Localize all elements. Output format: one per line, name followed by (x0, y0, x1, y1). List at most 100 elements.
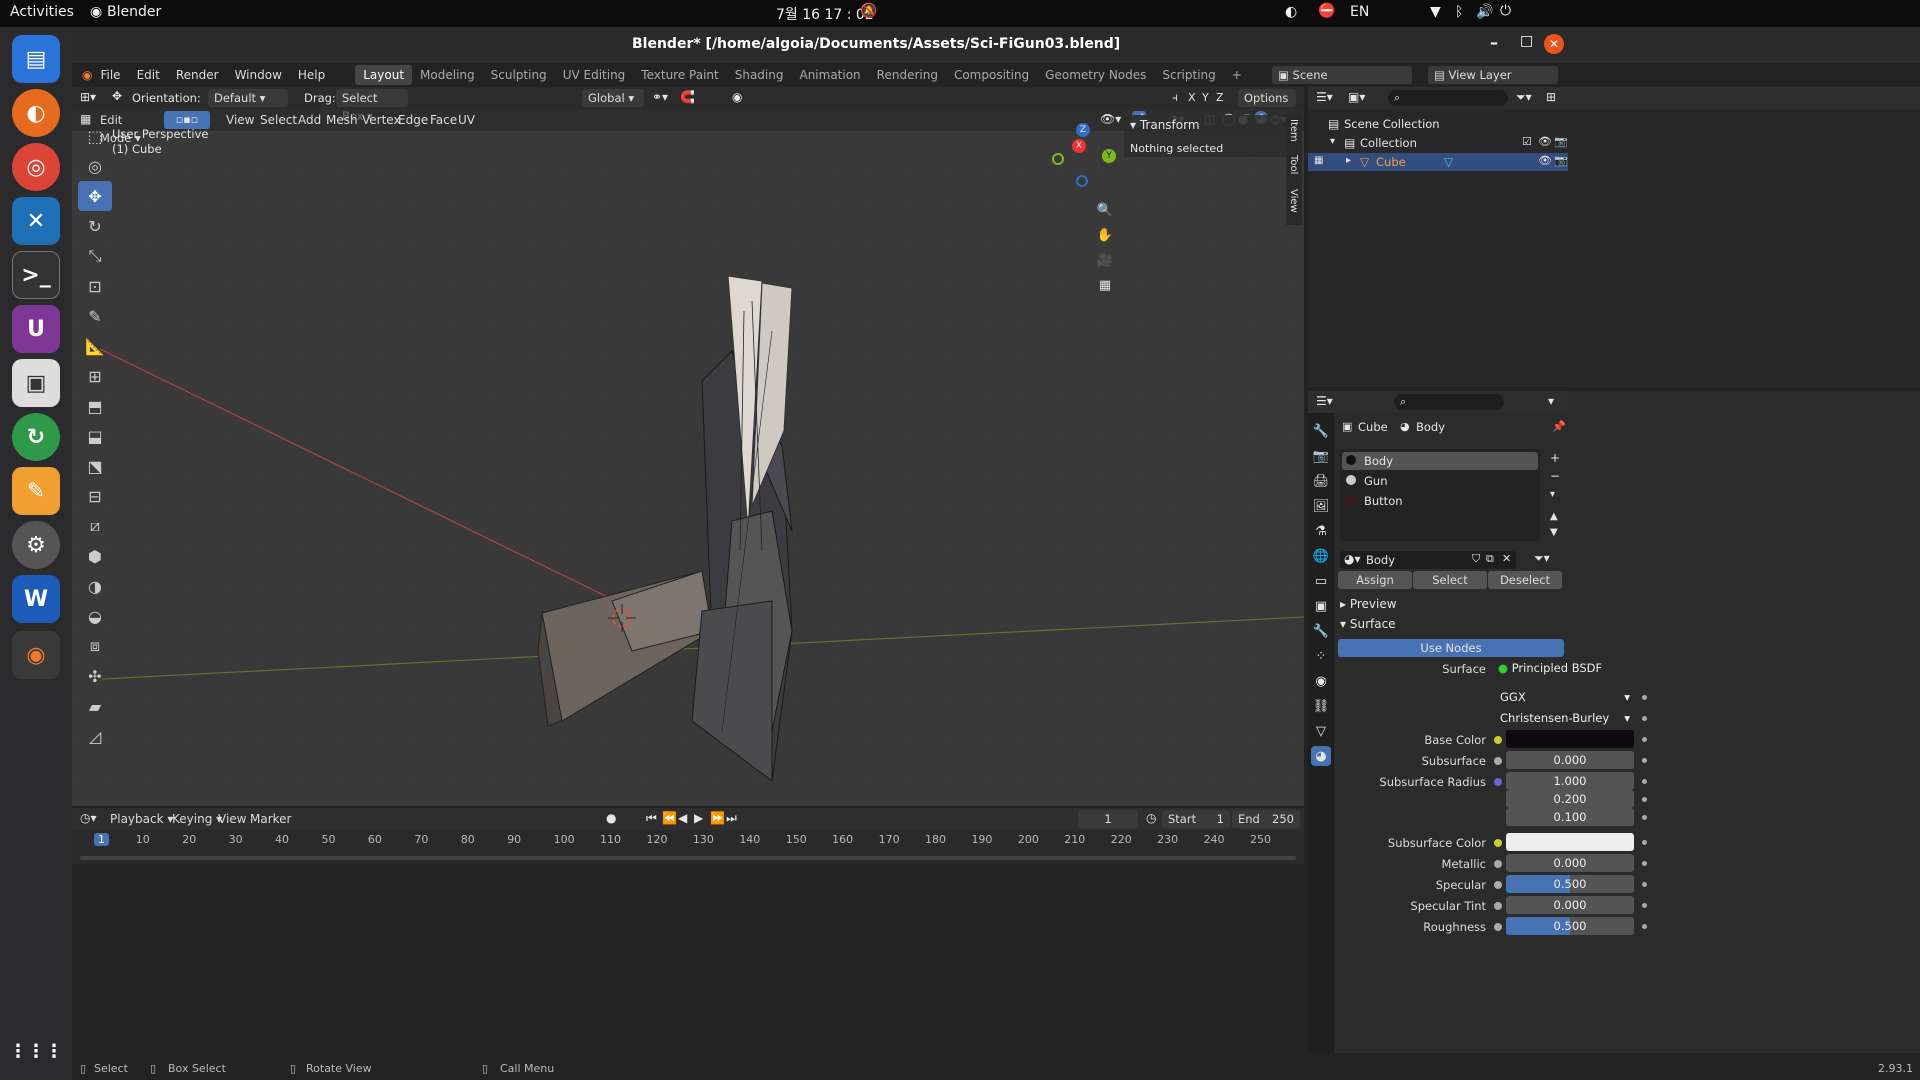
keyframe-dot[interactable] (1642, 815, 1647, 820)
transform-panel-header[interactable]: ▾ Transform (1130, 118, 1200, 132)
camera-icon[interactable]: 🎥 (1095, 250, 1115, 270)
object-tab-icon[interactable]: ▣ (1311, 596, 1331, 616)
view-layer-selector[interactable]: ▤ View Layer (1428, 66, 1558, 84)
app-menu[interactable]: Blender (107, 4, 161, 20)
timeline-ruler[interactable]: 1 10 20 30 40 50 60 70 80 90 100 110 120 130 140 150 160… (72, 830, 1304, 850)
mirror-z-toggle[interactable]: Z (1216, 91, 1224, 104)
navigation-gizmo[interactable]: Z X Y (1038, 123, 1118, 203)
physics-tab-icon[interactable]: ◉ (1311, 671, 1331, 691)
pin-icon[interactable]: 📌 (1552, 420, 1566, 433)
collection-tab-icon[interactable]: ▭ (1311, 571, 1331, 591)
base-color-swatch[interactable] (1506, 730, 1634, 748)
scene-tab-icon[interactable]: ⚗ (1311, 521, 1331, 541)
list-item[interactable]: Body (1342, 452, 1538, 470)
add-cube-tool-icon[interactable]: ⊞ (78, 361, 112, 391)
menu-uv[interactable]: UV (450, 109, 483, 131)
particles-tab-icon[interactable]: ⁘ (1311, 646, 1331, 666)
transform-orientation-dropdown[interactable]: Global ▾ (582, 89, 644, 107)
use-nodes-button[interactable]: Use Nodes (1338, 639, 1564, 657)
outliner-editor-icon[interactable]: ☰▾ (1316, 90, 1333, 104)
volume-icon[interactable]: 🔊 (1476, 4, 1493, 20)
gizmo-z[interactable]: Z (1076, 123, 1090, 137)
zoom-icon[interactable]: 🔍 (1095, 200, 1115, 220)
keyframe-dot[interactable] (1642, 779, 1647, 784)
add-slot-icon[interactable]: + (1550, 451, 1560, 465)
language-indicator[interactable]: EN (1350, 4, 1369, 20)
timeline-editor-icon[interactable]: ◷▾ (80, 811, 97, 825)
new-collection-icon[interactable]: ⊞ (1546, 90, 1556, 104)
list-item[interactable]: Gun (1342, 472, 1538, 490)
snap-icon[interactable]: 🧲 (680, 90, 695, 104)
select-button[interactable]: Select (1413, 571, 1487, 589)
subsurface-radius-y-field[interactable]: 0.200 (1506, 790, 1634, 808)
data-tab-icon[interactable]: ▽ (1311, 721, 1331, 741)
preview-range-icon[interactable]: ◷ (1146, 811, 1156, 825)
move-tool-button-icon[interactable]: ✥ (78, 181, 112, 211)
tab-geometry-nodes[interactable]: Geometry Nodes (1037, 65, 1154, 85)
menu-render[interactable]: Render (168, 64, 227, 86)
show-apps-icon[interactable]: ⋮⋮⋮ (9, 1027, 63, 1075)
subsurface-method-dropdown[interactable]: Christensen-Burley ▾ (1494, 709, 1634, 727)
outliner-row-cube[interactable]: ▦ ▸ ▽ Cube ▽ 👁 📷 (1308, 153, 1568, 171)
proportional-icon[interactable]: ◉ (732, 90, 742, 104)
material-name-field[interactable]: ◕▾ Body ⛉ ⧉ ✕ (1340, 551, 1516, 569)
tab-sculpting[interactable]: Sculpting (483, 65, 555, 85)
inset-tool-icon[interactable]: ⬓ (78, 421, 112, 451)
socket-icon[interactable] (1494, 757, 1502, 765)
orientation-dropdown[interactable]: Default ▾ (208, 89, 288, 107)
measure-tool-icon[interactable]: 📐 (78, 331, 112, 361)
transform-tool-icon[interactable]: ⊡ (78, 271, 112, 301)
annotate-tool-icon[interactable]: ✎ (78, 301, 112, 331)
spin-tool-icon[interactable]: ◑ (78, 571, 112, 601)
select-box-tool-icon[interactable]: ⬚ (78, 121, 112, 151)
blender-dock-icon[interactable]: ◉ (12, 631, 60, 679)
tab-scripting[interactable]: Scripting (1154, 65, 1223, 85)
extrude-tool-icon[interactable]: ⬒ (78, 391, 112, 421)
gizmo-x[interactable]: X (1072, 139, 1086, 153)
options-dropdown[interactable]: Options ▾ (1238, 89, 1296, 123)
assign-button[interactable]: Assign (1338, 571, 1412, 589)
slot-specials-icon[interactable]: ▾ (1550, 489, 1555, 500)
keyframe-dot[interactable] (1642, 924, 1647, 929)
bevel-tool-icon[interactable]: ⬔ (78, 451, 112, 481)
writer-icon[interactable]: W (12, 575, 60, 623)
specular-slider[interactable]: 0.500 (1506, 875, 1634, 893)
tab-compositing[interactable]: Compositing (946, 65, 1037, 85)
display-mode-icon[interactable]: ▣▾ (1348, 90, 1365, 104)
deselect-button[interactable]: Deselect (1488, 571, 1562, 589)
play-icon[interactable]: ▶ (694, 811, 703, 825)
mesh-data-icon[interactable]: ▽ (1444, 155, 1453, 169)
unlink-material-icon[interactable]: ✕ (1502, 552, 1511, 565)
socket-icon[interactable] (1494, 923, 1502, 931)
wifi-icon[interactable]: ▼ (1430, 4, 1441, 20)
tab-uv-editing[interactable]: UV Editing (555, 65, 634, 85)
specular-tint-field[interactable]: 0.000 (1506, 896, 1634, 914)
socket-icon[interactable] (1494, 839, 1502, 847)
keyframe-dot[interactable] (1642, 840, 1647, 845)
chrome-icon[interactable]: ◎ (12, 143, 60, 191)
tab-texture-paint[interactable]: Texture Paint (633, 65, 726, 85)
next-keyframe-icon[interactable]: ⏩ (710, 811, 725, 825)
minimize-icon[interactable]: – (1490, 33, 1498, 52)
smooth-tool-icon[interactable]: ◒ (78, 601, 112, 631)
subsurface-field[interactable]: 0.000 (1506, 751, 1634, 769)
collection-checkbox-icon[interactable]: ☑ (1522, 135, 1532, 148)
tool-tab-icon[interactable]: 🔧 (1311, 421, 1331, 441)
material-filter-icon[interactable]: ⏷▾ (1534, 551, 1550, 566)
move-down-icon[interactable]: ▼ (1550, 527, 1558, 538)
files-icon[interactable]: ▤ (12, 35, 60, 83)
keyframe-dot[interactable] (1642, 797, 1647, 802)
keyframe-dot[interactable] (1642, 716, 1647, 721)
editmode-row-icon[interactable]: ▦ (1314, 155, 1323, 166)
end-frame-field[interactable]: End 250 (1232, 810, 1300, 828)
loop-cut-tool-icon[interactable]: ⊟ (78, 481, 112, 511)
mirror-x-toggle[interactable]: X (1188, 91, 1196, 104)
tab-tool[interactable]: Tool (1288, 155, 1299, 174)
vscode-icon[interactable]: ✕ (12, 197, 60, 245)
keyframe-dot[interactable] (1642, 695, 1647, 700)
collection-eye-icon[interactable]: 👁 (1538, 135, 1552, 148)
remove-slot-icon[interactable]: − (1550, 469, 1560, 483)
subsurface-radius-x-field[interactable]: 1.000 (1506, 772, 1634, 790)
ortho-grid-icon[interactable]: ▦ (1095, 275, 1115, 295)
knife-tool-icon[interactable]: ⧄ (78, 511, 112, 541)
